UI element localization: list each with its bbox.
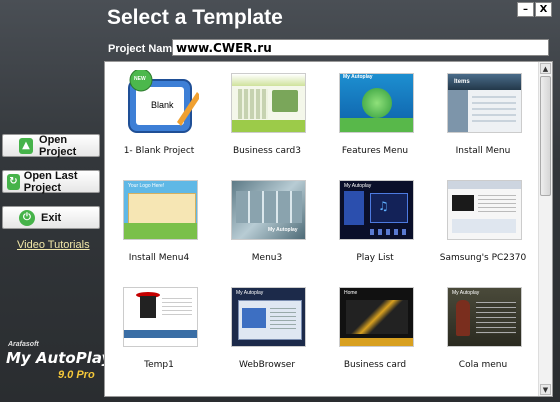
template-thumbnail: Home	[339, 287, 414, 347]
thumb-caption: My Autoplay	[452, 290, 480, 296]
template-thumbnail	[231, 73, 306, 133]
template-thumbnail	[447, 180, 522, 240]
template-window: Select a Template – X Project Name: www.…	[0, 0, 560, 402]
blank-thumb-text: Blank	[151, 100, 174, 110]
thumb-caption: My Autoplay	[343, 74, 373, 80]
template-label: Business card	[343, 360, 407, 370]
template-label: Temp1	[144, 360, 174, 370]
new-badge: NEW	[134, 76, 146, 82]
template-tile[interactable]: My Autoplay Cola menu	[429, 276, 537, 382]
template-tile[interactable]: Samsung's PC2370	[429, 169, 537, 275]
power-icon: ⏻	[19, 209, 35, 226]
scroll-up-arrow-icon[interactable]: ▲	[540, 63, 551, 74]
minimize-button[interactable]: –	[517, 2, 534, 17]
exit-button[interactable]: ⏻ Exit	[2, 206, 100, 229]
product-name: My AutoPlay	[6, 349, 112, 367]
template-label: Features Menu	[341, 146, 409, 156]
template-thumbnail: Blank NEW	[127, 68, 201, 136]
template-tile[interactable]: Temp1	[105, 276, 213, 382]
close-button[interactable]: X	[535, 2, 552, 17]
template-tile[interactable]: My Autoplay Features Menu	[321, 62, 429, 168]
template-thumbnail: My Autoplay	[231, 287, 306, 347]
template-tile[interactable]: Your Logo Here! Install Menu4	[105, 169, 213, 275]
open-last-project-button[interactable]: ↻ Open Last Project	[2, 169, 100, 194]
template-label: Play List	[356, 253, 394, 263]
thumb-caption: My Autoplay	[344, 183, 372, 189]
template-label: Menu3	[251, 253, 283, 263]
thumb-caption: Home	[344, 290, 358, 296]
template-thumbnail: ♫ My Autoplay	[339, 180, 414, 240]
template-panel: Blank NEW 1- Blank Project Business card…	[104, 61, 553, 397]
template-tile[interactable]: ♫ My Autoplay Play List	[321, 169, 429, 275]
template-label: WebBrowser	[238, 360, 296, 370]
window-title: Select a Template	[107, 6, 283, 29]
open-last-project-label: Open Last Project	[23, 169, 78, 194]
product-version: 9.0 Pro	[58, 369, 95, 381]
exit-label: Exit	[41, 211, 62, 224]
thumb-caption: Items	[454, 79, 470, 85]
company-name: Arafasoft	[8, 341, 39, 348]
template-label: Install Menu	[455, 146, 511, 156]
thumb-caption: My Autoplay	[268, 227, 298, 233]
template-tile[interactable]: Business card3	[213, 62, 321, 168]
template-tile[interactable]: Blank NEW 1- Blank Project	[105, 62, 213, 168]
eject-icon: ▲	[19, 137, 34, 154]
template-label: 1- Blank Project	[123, 146, 195, 156]
project-name-label: Project Name:	[108, 43, 182, 55]
thumb-caption: Your Logo Here!	[128, 183, 165, 189]
window-controls: – X	[517, 2, 552, 17]
vertical-scrollbar[interactable]: ▲ ▼	[538, 62, 552, 396]
scroll-thumb[interactable]	[540, 76, 551, 196]
open-project-label: Open Project	[39, 133, 77, 158]
template-thumbnail: My Autoplay	[231, 180, 306, 240]
video-tutorials-link[interactable]: Video Tutorials	[17, 239, 90, 251]
template-label: Samsung's PC2370	[439, 253, 527, 263]
project-name-input[interactable]: www.CWER.ru	[172, 39, 549, 56]
template-label: Business card3	[233, 146, 301, 156]
product-logo: Arafasoft My AutoPlay 9.0 Pro	[6, 341, 111, 393]
template-thumbnail: Items	[447, 73, 522, 133]
thumb-caption: My Autoplay	[236, 290, 264, 296]
template-thumbnail: Your Logo Here!	[123, 180, 198, 240]
refresh-icon: ↻	[7, 173, 20, 190]
template-thumbnail: My Autoplay	[447, 287, 522, 347]
template-tile[interactable]: Items Install Menu	[429, 62, 537, 168]
template-label: Install Menu4	[128, 253, 190, 263]
template-tile[interactable]: My Autoplay WebBrowser	[213, 276, 321, 382]
template-tile[interactable]: My Autoplay Menu3	[213, 169, 321, 275]
template-tile[interactable]: Home Business card	[321, 276, 429, 382]
template-label: Cola menu	[458, 360, 508, 370]
template-thumbnail	[123, 287, 198, 347]
open-project-button[interactable]: ▲ Open Project	[2, 133, 100, 158]
scroll-down-arrow-icon[interactable]: ▼	[540, 384, 551, 395]
template-thumbnail: My Autoplay	[339, 73, 414, 133]
